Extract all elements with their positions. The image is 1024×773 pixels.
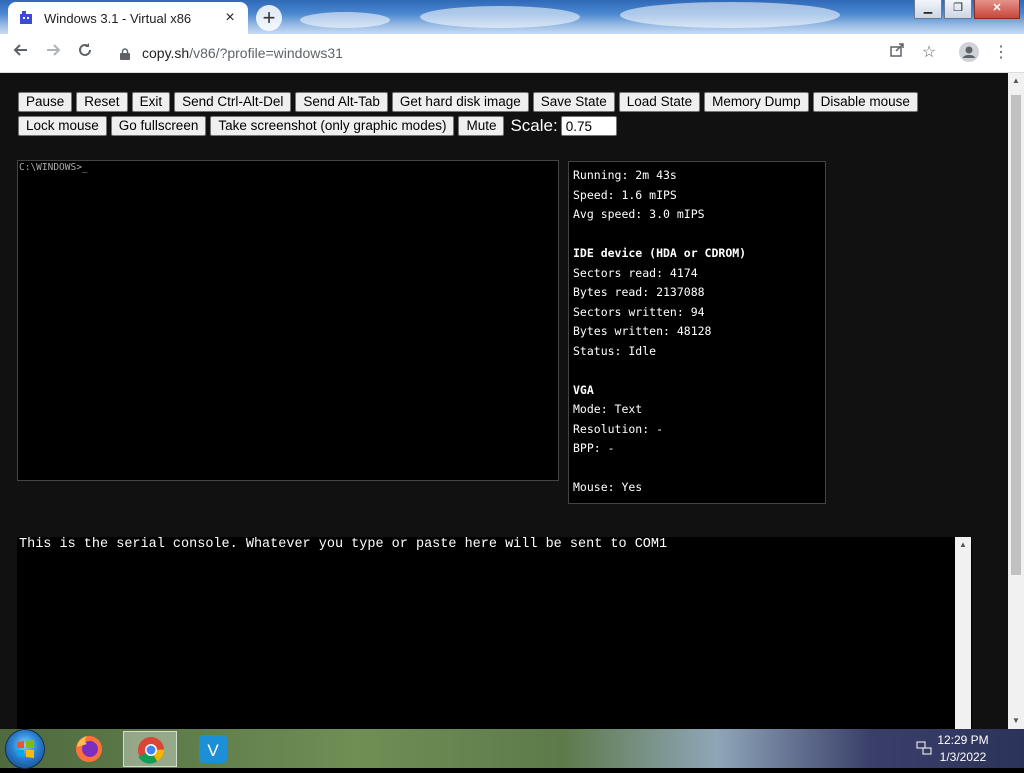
serial-scrollbar[interactable]: ▲ xyxy=(955,537,971,729)
vga-resolution: Resolution: - xyxy=(573,421,664,436)
bytes-read: Bytes read: 2137088 xyxy=(573,285,705,299)
dos-prompt: C:\WINDOWS>_ xyxy=(19,162,88,173)
sky-cloud xyxy=(620,2,840,28)
load-state-button[interactable]: Load State xyxy=(618,92,701,112)
close-window-button[interactable]: ✕ xyxy=(974,0,1020,19)
chrome-icon[interactable] xyxy=(123,731,177,767)
running-time: Running: 2m 43s xyxy=(573,168,677,182)
mute-button[interactable]: Mute xyxy=(458,116,505,136)
forward-button[interactable] xyxy=(40,40,66,66)
ide-status: Status: Idle xyxy=(573,343,657,358)
vga-header: VGA xyxy=(573,382,594,397)
vga-bpp: BPP: - xyxy=(573,441,615,455)
sectors-written: Sectors written: 94 xyxy=(573,304,705,319)
profile-avatar-icon[interactable] xyxy=(958,42,980,64)
v86-page: Pause Reset Exit Send Ctrl-Alt-Del Send … xyxy=(0,73,1008,729)
address-bar[interactable]: copy.sh/v86/?profile=windows31 xyxy=(108,38,948,68)
tray-clock-date[interactable]: 1/3/2022 xyxy=(928,750,998,764)
exit-button[interactable]: Exit xyxy=(131,92,171,112)
runtime-info-panel: Running: 2m 43s Speed: 1.6 mIPS Avg spee… xyxy=(568,161,826,504)
pause-button[interactable]: Pause xyxy=(18,92,73,112)
emulator-screen[interactable]: C:\WINDOWS>_ xyxy=(17,160,559,481)
ide-header: IDE device (HDA or CDROM) xyxy=(573,246,747,260)
browser-toolbar: copy.sh/v86/?profile=windows31 ☆ ⋮ xyxy=(0,34,1024,73)
minimize-button[interactable]: ▁ xyxy=(914,0,942,19)
bytes-written: Bytes written: 48128 xyxy=(573,324,712,338)
share-icon[interactable] xyxy=(886,42,908,64)
url-host: copy.sh xyxy=(142,45,190,61)
bookmark-star-icon[interactable]: ☆ xyxy=(918,42,940,64)
memory-dump-button[interactable]: Memory Dump xyxy=(704,92,809,112)
scroll-up-icon[interactable]: ▲ xyxy=(955,537,971,553)
scroll-thumb[interactable] xyxy=(1011,95,1021,575)
serial-console-text: This is the serial console. Whatever you… xyxy=(19,537,668,552)
new-tab-button[interactable]: + xyxy=(256,5,282,31)
browser-titlebar: Windows 3.1 - Virtual x86 × + ▁ ❐ ✕ xyxy=(0,0,1024,34)
save-state-button[interactable]: Save State xyxy=(532,92,615,112)
mouse-status: Mouse: Yes xyxy=(573,480,643,494)
send-alt-tab-button[interactable]: Send Alt-Tab xyxy=(295,92,388,112)
get-hard-disk-image-button[interactable]: Get hard disk image xyxy=(391,92,529,112)
url-text: copy.sh/v86/?profile=windows31 xyxy=(142,45,343,61)
reload-icon xyxy=(79,43,91,56)
reset-button[interactable]: Reset xyxy=(76,92,128,112)
maximize-button[interactable]: ❐ xyxy=(944,0,972,19)
tab-close-icon[interactable]: × xyxy=(222,10,238,26)
emulator-controls: Pause Reset Exit Send Ctrl-Alt-Del Send … xyxy=(18,91,978,139)
menu-kebab-icon[interactable]: ⋮ xyxy=(990,42,1012,64)
arrow-right-icon xyxy=(47,44,61,56)
vga-mode: Mode: Text xyxy=(573,402,643,416)
sky-cloud xyxy=(420,6,580,28)
back-button[interactable] xyxy=(8,40,34,66)
scroll-down-icon[interactable]: ▼ xyxy=(1008,713,1024,729)
browser-tab[interactable]: Windows 3.1 - Virtual x86 × xyxy=(8,2,248,34)
scale-label: Scale: xyxy=(510,116,558,135)
send-ctrl-alt-del-button[interactable]: Send Ctrl-Alt-Del xyxy=(174,92,292,112)
scale-input[interactable] xyxy=(560,116,617,136)
firefox-icon[interactable] xyxy=(62,731,116,767)
windows-taskbar: V 12:29 PM 1/3/2022 xyxy=(0,729,1024,768)
sky-cloud xyxy=(300,12,390,28)
sectors-read: Sectors read: 4174 xyxy=(573,265,698,280)
v86-favicon-icon xyxy=(18,10,34,26)
svg-text:V: V xyxy=(207,741,219,760)
window-controls: ▁ ❐ ✕ xyxy=(912,0,1020,19)
lock-icon xyxy=(120,47,130,60)
scroll-up-icon[interactable]: ▲ xyxy=(1008,73,1024,89)
lock-mouse-button[interactable]: Lock mouse xyxy=(18,116,107,136)
tray-clock-time[interactable]: 12:29 PM xyxy=(928,733,998,747)
windows-logo-icon xyxy=(17,740,34,758)
avg-speed: Avg speed: 3.0 mIPS xyxy=(573,207,705,221)
reload-button[interactable] xyxy=(72,40,98,66)
tab-title: Windows 3.1 - Virtual x86 xyxy=(44,10,192,26)
speed: Speed: 1.6 mIPS xyxy=(573,187,677,202)
arrow-left-icon xyxy=(13,44,27,56)
controls-row-1: Pause Reset Exit Send Ctrl-Alt-Del Send … xyxy=(18,91,978,113)
url-path: /v86/?profile=windows31 xyxy=(189,45,343,61)
disable-mouse-button[interactable]: Disable mouse xyxy=(812,92,918,112)
take-screenshot-button[interactable]: Take screenshot (only graphic modes) xyxy=(210,116,455,136)
serial-console[interactable]: This is the serial console. Whatever you… xyxy=(17,537,972,729)
start-button[interactable] xyxy=(6,730,44,768)
go-fullscreen-button[interactable]: Go fullscreen xyxy=(110,116,207,136)
controls-row-2: Lock mouse Go fullscreen Take screenshot… xyxy=(18,115,978,137)
vmware-icon[interactable]: V xyxy=(186,731,240,767)
page-scrollbar[interactable]: ▲ ▼ xyxy=(1008,73,1024,729)
